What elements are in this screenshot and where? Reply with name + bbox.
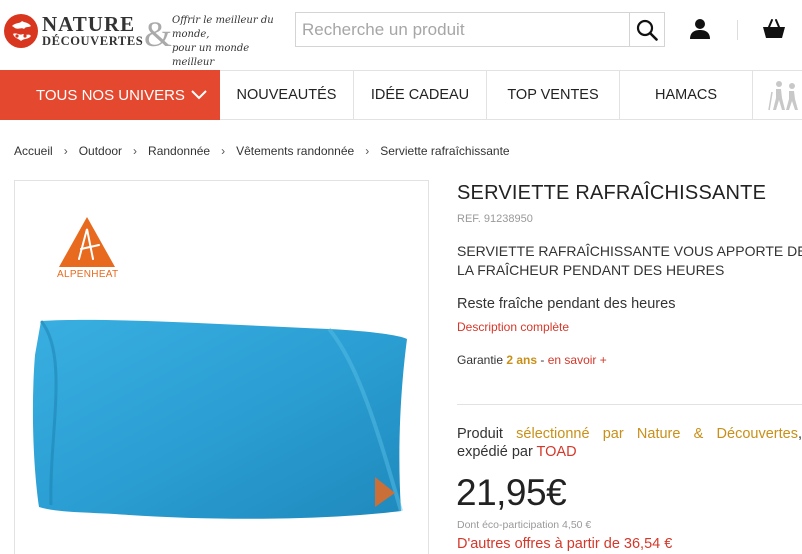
towel-image (32, 319, 407, 519)
nav-item-hamacs[interactable]: HAMACS (620, 71, 753, 119)
guarantee-info: Garantie 2 ans - en savoir + (457, 353, 607, 367)
breadcrumb-item-vetements[interactable]: Vêtements randonnée (236, 144, 354, 158)
logo-ampersand: & (144, 14, 173, 54)
tagline-line-1: Offrir le meilleur du monde, (172, 15, 274, 40)
logo-text-decouvertes: DÉCOUVERTES (42, 34, 144, 48)
site-header: NATURE DÉCOUVERTES & Offrir le meilleur … (0, 0, 802, 70)
nav-all-universes-button[interactable]: TOUS NOS UNIVERS (0, 70, 220, 120)
tagline-line-2: pour un monde meilleur (172, 43, 250, 68)
breadcrumb-item-outdoor[interactable]: Outdoor (79, 144, 122, 158)
nav-item-idee-cadeau[interactable]: IDÉE CADEAU (354, 71, 487, 119)
chevron-down-icon (191, 90, 207, 100)
breadcrumb-item-accueil[interactable]: Accueil (14, 144, 53, 158)
product-headline: SERVIETTE RAFRAÎCHISSANTE VOUS APPORTE D… (457, 243, 802, 278)
eco-participation: Dont éco-participation 4,50 € (457, 519, 592, 531)
search-icon (636, 19, 658, 41)
brand-name: ALPENHEAT (57, 269, 119, 280)
guarantee-more-link[interactable]: en savoir + (548, 353, 607, 367)
product-price: 21,95€ (456, 472, 567, 513)
tagline: Offrir le meilleur du monde, pour un mon… (172, 14, 288, 70)
product-image[interactable]: ALPENHEAT (14, 180, 429, 554)
chevron-right-icon: › (221, 144, 226, 158)
site-logo[interactable]: NATURE DÉCOUVERTES & (4, 10, 172, 52)
product-reference: REF. 91238950 (457, 213, 533, 225)
seller-prefix: Produit (457, 426, 517, 442)
seller-name-link[interactable]: TOAD (537, 444, 577, 460)
search-button[interactable] (629, 13, 664, 46)
breadcrumb-current: Serviette rafraîchissante (380, 144, 510, 158)
chevron-right-icon: › (133, 144, 138, 158)
nav-item-top-ventes[interactable]: TOP VENTES (487, 71, 620, 119)
header-divider (737, 20, 738, 40)
guarantee-separator: - (537, 353, 548, 367)
seller-selection: sélectionné par Nature & Découvertes (516, 426, 798, 442)
user-icon (690, 19, 710, 39)
nav-item-label: TOP VENTES (507, 87, 599, 103)
breadcrumb: Accueil › Outdoor › Randonnée › Vêtements rand… (14, 144, 510, 158)
main-navigation: TOUS NOS UNIVERS NOUVEAUTÉS IDÉE CADEAU … (0, 70, 802, 120)
cart-button[interactable] (761, 16, 787, 42)
nav-item-nouveautes[interactable]: NOUVEAUTÉS (220, 71, 354, 119)
product-title: SERVIETTE RAFRAÎCHISSANTE (457, 182, 767, 204)
basket-icon (763, 19, 785, 38)
full-description-link[interactable]: Description complète (457, 320, 569, 334)
seller-info: Produit sélectionné par Nature & Découve… (457, 425, 802, 461)
guarantee-duration: 2 ans (506, 353, 538, 367)
search-bar (295, 12, 665, 47)
globe-logo-icon (4, 14, 38, 48)
breadcrumb-item-randonnee[interactable]: Randonnée (148, 144, 210, 158)
account-button[interactable] (688, 16, 712, 42)
section-divider (457, 404, 802, 405)
other-offers-link[interactable]: D'autres offres à partir de 36,54 € (457, 536, 672, 552)
product-short-description: Reste fraîche pendant des heures (457, 296, 676, 312)
nav-item-label: NOUVEAUTÉS (236, 87, 337, 103)
guarantee-prefix: Garantie (457, 353, 507, 367)
search-input[interactable] (296, 13, 630, 46)
nav-all-universes-label: TOUS NOS UNIVERS (36, 86, 185, 104)
hiking-icon[interactable] (762, 79, 802, 113)
nav-item-label: IDÉE CADEAU (370, 87, 470, 103)
chevron-right-icon: › (63, 144, 68, 158)
nav-item-label: HAMACS (654, 87, 718, 103)
chevron-right-icon: › (365, 144, 370, 158)
